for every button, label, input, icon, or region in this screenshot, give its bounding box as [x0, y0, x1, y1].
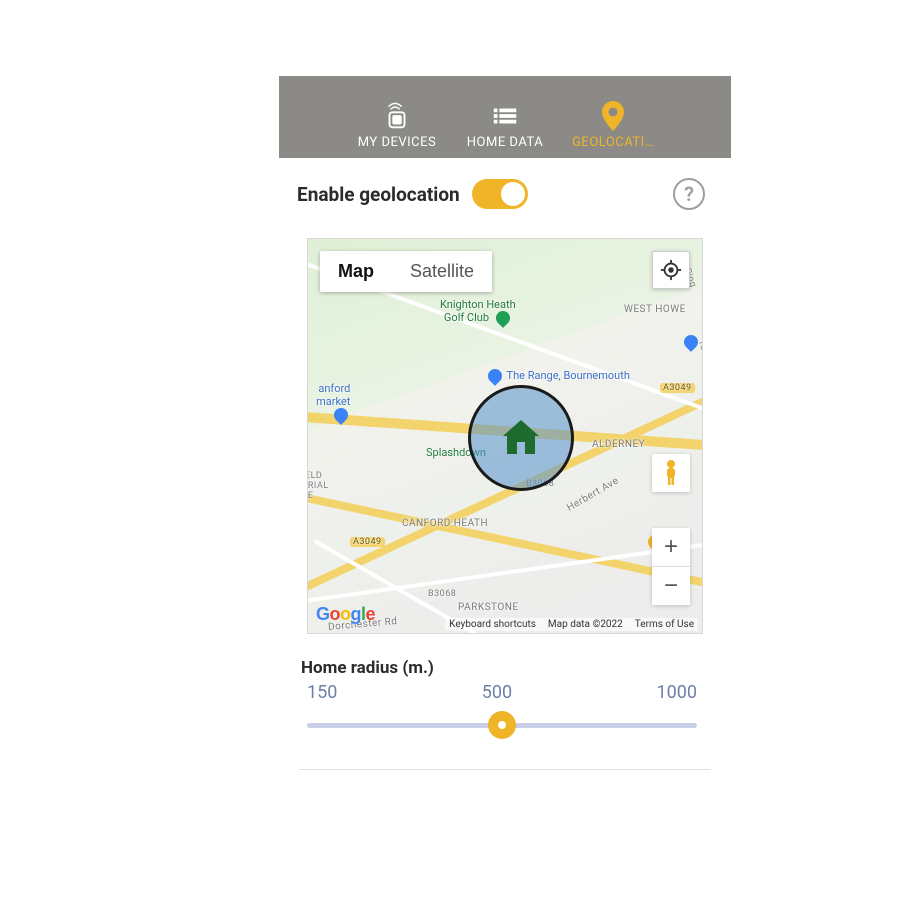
- tab-label: GEOLOCATI…: [572, 135, 654, 150]
- zoom-control: + −: [652, 528, 690, 605]
- home-radius-circle[interactable]: [468, 385, 574, 491]
- shop-pin-icon: [485, 366, 505, 386]
- radius-tick-mid: 500: [482, 682, 512, 703]
- map[interactable]: Knighton Heath Golf Club The Range, Bour…: [307, 238, 703, 634]
- keyboard-shortcuts-link[interactable]: Keyboard shortcuts: [449, 619, 536, 630]
- map-type-control: Map Satellite: [320, 251, 492, 292]
- locate-icon: [660, 259, 682, 281]
- list-icon: [490, 101, 520, 131]
- tab-label: MY DEVICES: [358, 135, 437, 150]
- home-radius-title: Home radius (m.): [301, 658, 703, 678]
- help-button[interactable]: ?: [673, 178, 705, 210]
- locate-me-button[interactable]: [652, 251, 690, 289]
- radius-tick-max: 1000: [657, 682, 697, 703]
- tab-geolocation[interactable]: GEOLOCATI…: [568, 101, 658, 150]
- google-logo: Google: [316, 604, 375, 625]
- map-type-map-button[interactable]: Map: [320, 251, 392, 292]
- map-type-satellite-button[interactable]: Satellite: [392, 251, 492, 292]
- road-badge-a3049: A3049: [350, 537, 385, 547]
- geolocation-screen: MY DEVICES HOME DATA: [279, 76, 731, 770]
- poi-area-westhowe: WEST HOWE: [624, 304, 686, 315]
- map-data-text: Map data ©2022: [548, 619, 623, 630]
- poi-area-field: IELD TRIAL TE: [307, 471, 329, 501]
- poi-market: anford market: [307, 369, 350, 435]
- zoom-out-button[interactable]: −: [652, 567, 690, 605]
- slider-thumb[interactable]: [488, 711, 516, 739]
- road-badge-a3049: A3049: [660, 383, 695, 393]
- terms-of-use-link[interactable]: Terms of Use: [635, 619, 694, 630]
- poi-area-alderney: ALDERNEY: [592, 439, 645, 450]
- enable-geolocation-toggle[interactable]: [472, 179, 528, 209]
- home-radius-section: Home radius (m.) 150 500 1000: [301, 658, 703, 735]
- tab-home-data[interactable]: HOME DATA: [460, 101, 550, 150]
- zoom-in-button[interactable]: +: [652, 528, 690, 566]
- poi-golf-club: Knighton Heath Golf Club: [440, 299, 516, 325]
- top-tab-bar: MY DEVICES HOME DATA: [279, 76, 731, 158]
- street-view-pegman[interactable]: [652, 454, 690, 492]
- radius-tick-min: 150: [307, 682, 337, 703]
- poi-road-herbert: Herbert Ave: [565, 475, 621, 514]
- map-footer: Keyboard shortcuts Map data ©2022 Terms …: [445, 618, 698, 631]
- tab-label: HOME DATA: [467, 135, 543, 150]
- enable-geolocation-row: Enable geolocation ?: [279, 158, 731, 220]
- enable-geolocation-label: Enable geolocation: [297, 183, 460, 206]
- radius-tick-labels: 150 500 1000: [301, 682, 703, 709]
- poi-area-parkstone: PARKSTONE: [458, 602, 519, 613]
- pegman-icon: [661, 459, 681, 487]
- home-icon: [497, 414, 545, 462]
- home-radius-slider[interactable]: [307, 715, 697, 735]
- road-badge-b3068: B3068: [428, 589, 456, 599]
- poi-the-range: The Range, Bournemouth: [488, 369, 630, 383]
- tab-my-devices[interactable]: MY DEVICES: [352, 101, 442, 150]
- golf-pin-icon: [493, 308, 513, 328]
- toggle-knob: [501, 182, 525, 206]
- map-pin-icon: [600, 101, 626, 131]
- section-divider: [299, 769, 711, 770]
- poi-area-canford: CANFORD HEATH: [402, 518, 488, 529]
- shop-pin-icon: [331, 405, 351, 425]
- device-icon: [382, 101, 412, 131]
